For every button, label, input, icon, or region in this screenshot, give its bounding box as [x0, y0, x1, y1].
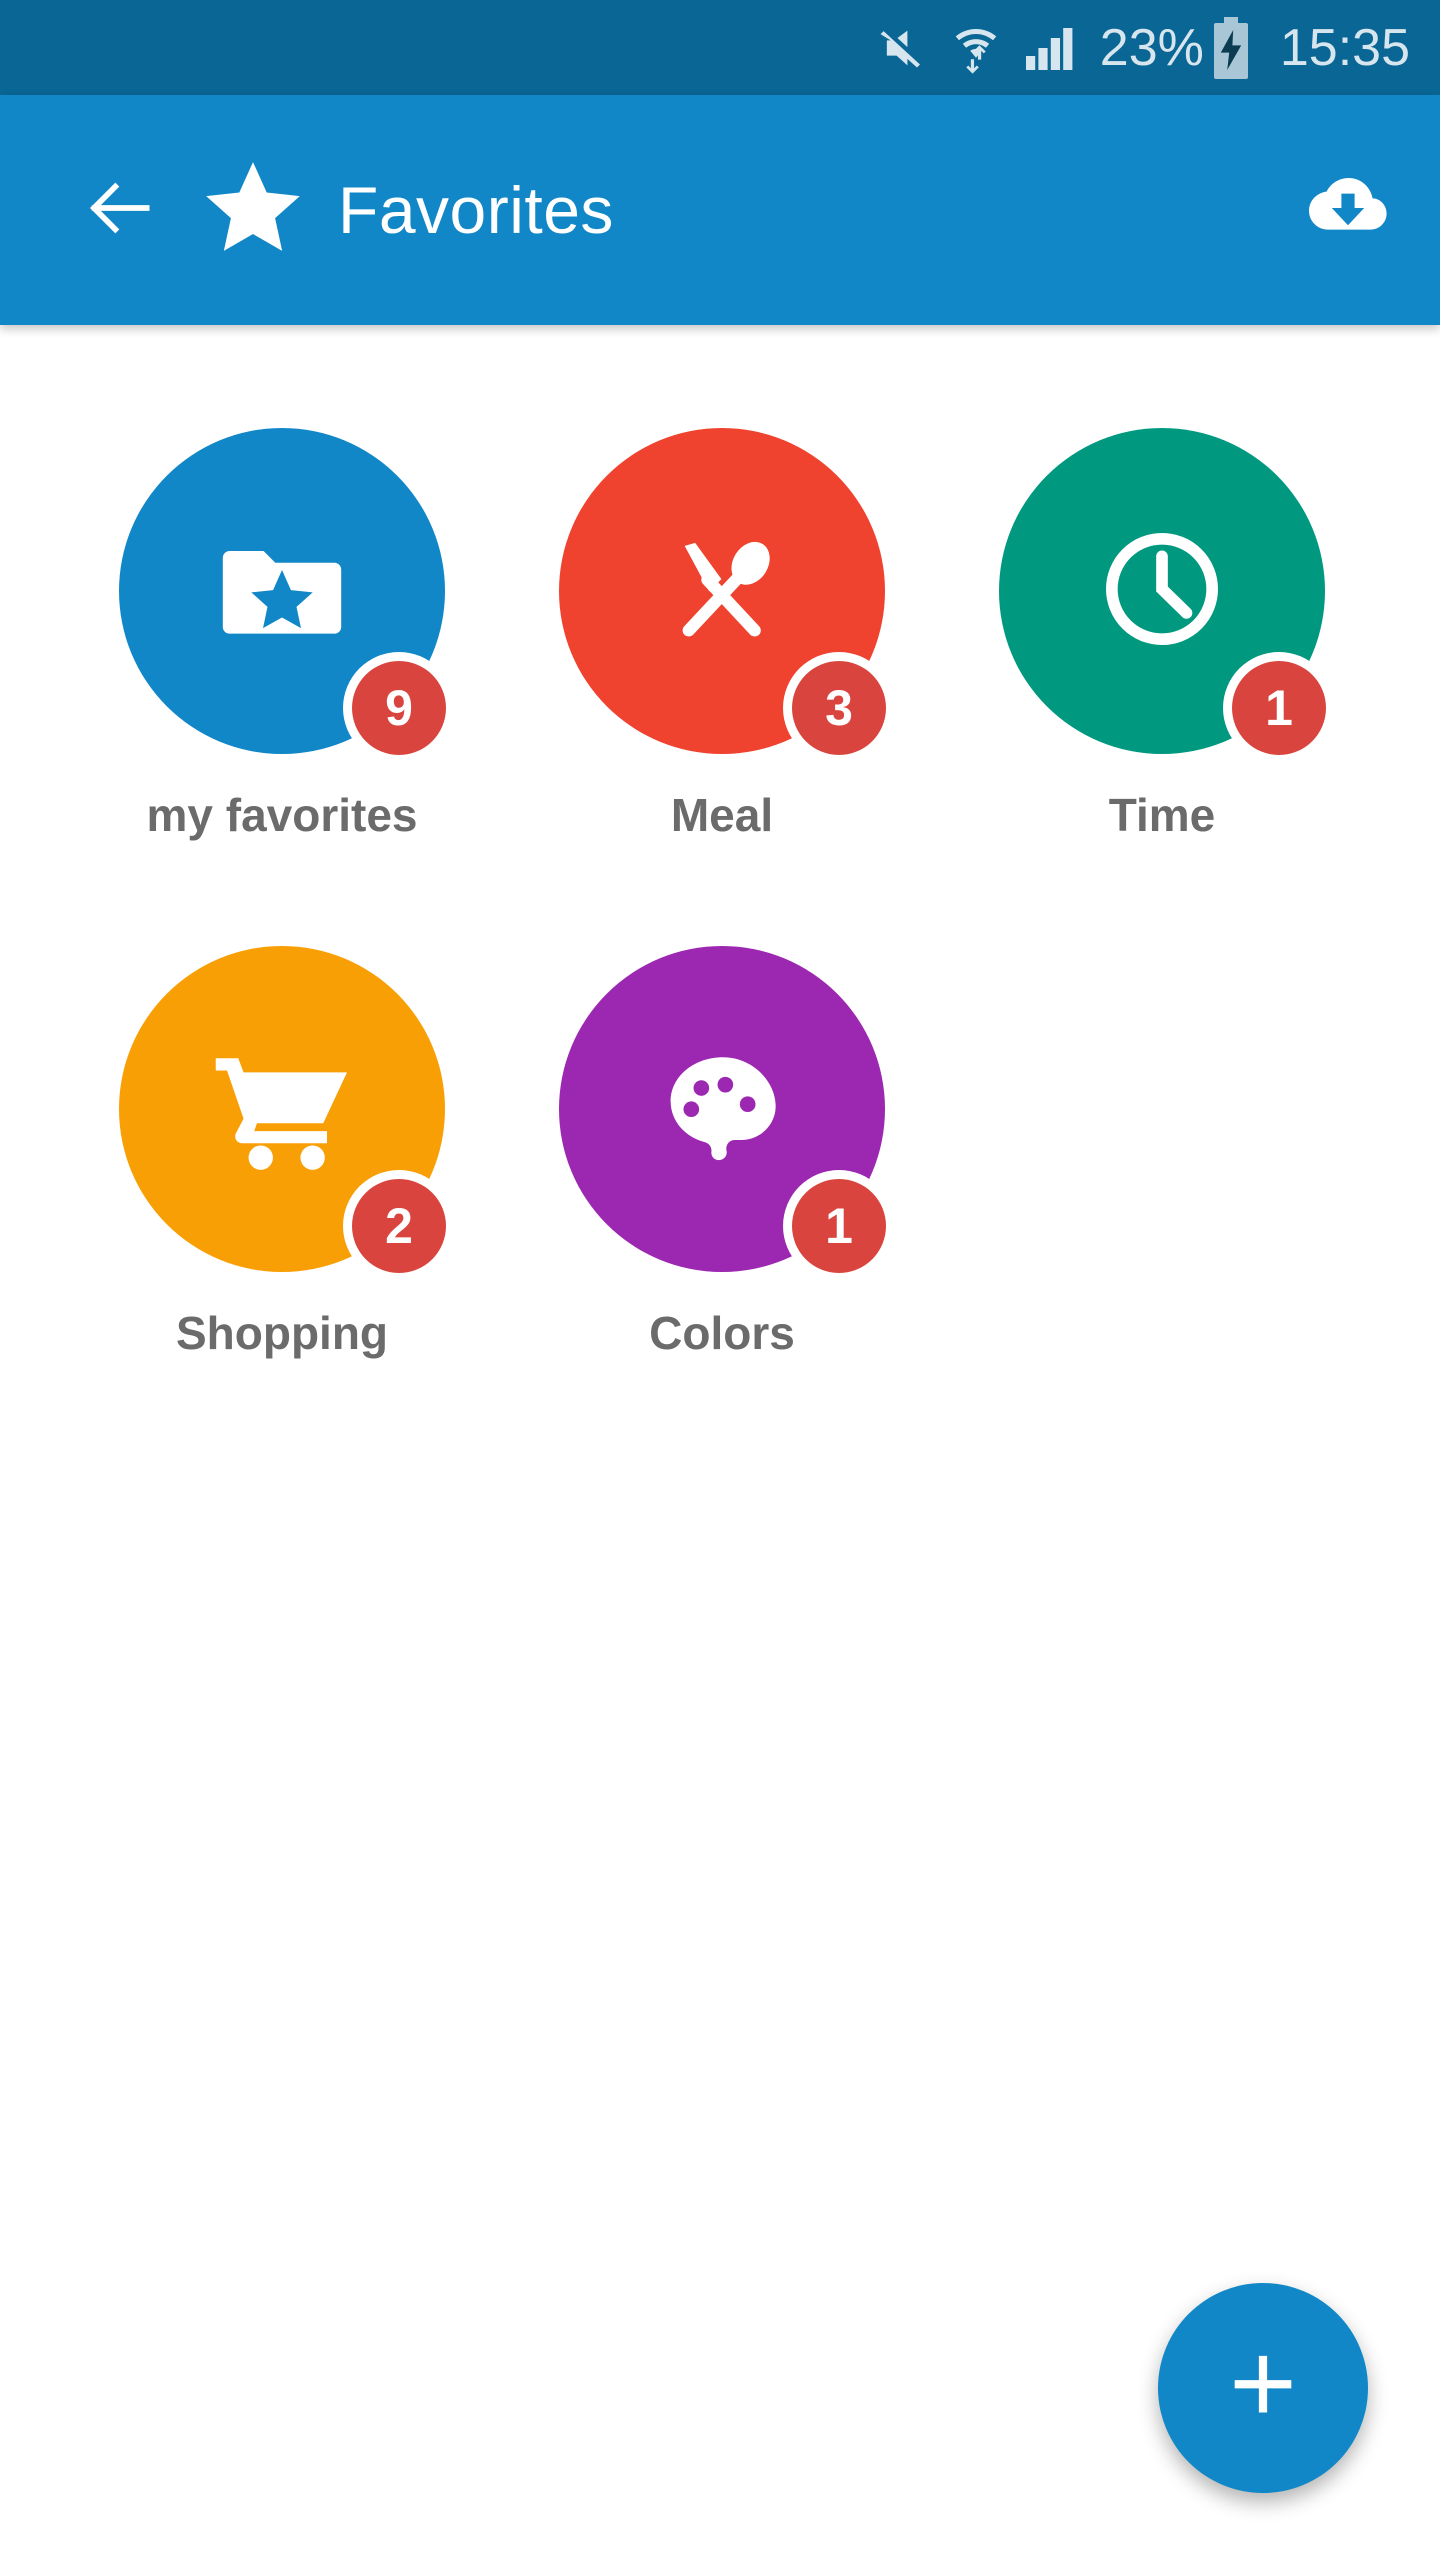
- folder-star-icon: [215, 522, 349, 661]
- category-circle-wrap: 1: [999, 428, 1335, 764]
- category-label: my favorites: [146, 789, 418, 841]
- grid-item-time[interactable]: 1 Time: [942, 428, 1382, 842]
- category-grid: 9 my favorites 3 Meal 1 Time 2 Shopping …: [62, 428, 1382, 1464]
- app-bar-brand: [198, 155, 308, 265]
- cloud-download-icon: [1297, 160, 1393, 261]
- app-bar: Favorites: [0, 95, 1440, 325]
- badge-ring: 9: [343, 652, 455, 764]
- category-label: Shopping: [175, 1307, 389, 1359]
- shopping-cart-icon: [207, 1032, 357, 1187]
- cutlery-icon: [652, 519, 792, 664]
- badge-ring: 2: [343, 1170, 455, 1282]
- back-arrow-icon: [80, 168, 160, 253]
- category-circle-wrap: 2: [119, 946, 455, 1282]
- grid-item-colors[interactable]: 1 Colors: [502, 946, 942, 1360]
- status-clock: 15:35: [1280, 22, 1410, 74]
- mute-icon: [876, 22, 928, 74]
- category-circle-wrap: 3: [559, 428, 895, 764]
- category-label: Meal: [670, 789, 774, 841]
- category-label: Time: [1108, 789, 1216, 841]
- badge-ring: 3: [783, 652, 895, 764]
- grid-item-shopping[interactable]: 2 Shopping: [62, 946, 502, 1360]
- battery-charging-icon: [1212, 16, 1250, 79]
- status-badge: 1: [1232, 661, 1326, 755]
- status-badge: 9: [352, 661, 446, 755]
- signal-icon: [1024, 24, 1078, 72]
- category-circle-wrap: 9: [119, 428, 455, 764]
- badge-ring: 1: [1223, 652, 1335, 764]
- grid-item-my-favorites[interactable]: 9 my favorites: [62, 428, 502, 842]
- grid-item-meal[interactable]: 3 Meal: [502, 428, 942, 842]
- status-bar: 23% 15:35: [0, 0, 1440, 95]
- content-area: 9 my favorites 3 Meal 1 Time 2 Shopping …: [0, 325, 1440, 2560]
- clock-text: 15:35: [1279, 18, 1410, 77]
- status-badge: 3: [792, 661, 886, 755]
- wifi-icon: [950, 20, 1002, 76]
- status-badge: 1: [792, 1179, 886, 1273]
- plus-icon: [1220, 2343, 1306, 2434]
- page-title: Favorites: [338, 173, 614, 247]
- battery-percent-label: 23%: [1100, 22, 1204, 74]
- category-label: Colors: [649, 1307, 795, 1359]
- star-icon: [200, 155, 306, 266]
- palette-icon: [655, 1040, 789, 1179]
- back-button[interactable]: [70, 160, 170, 260]
- status-badge: 2: [352, 1179, 446, 1273]
- battery-percent-text: 23%: [1099, 18, 1204, 77]
- category-circle-wrap: 1: [559, 946, 895, 1282]
- clock-icon: [1092, 519, 1232, 664]
- add-button[interactable]: [1158, 2283, 1368, 2493]
- download-button[interactable]: [1290, 155, 1400, 265]
- badge-ring: 1: [783, 1170, 895, 1282]
